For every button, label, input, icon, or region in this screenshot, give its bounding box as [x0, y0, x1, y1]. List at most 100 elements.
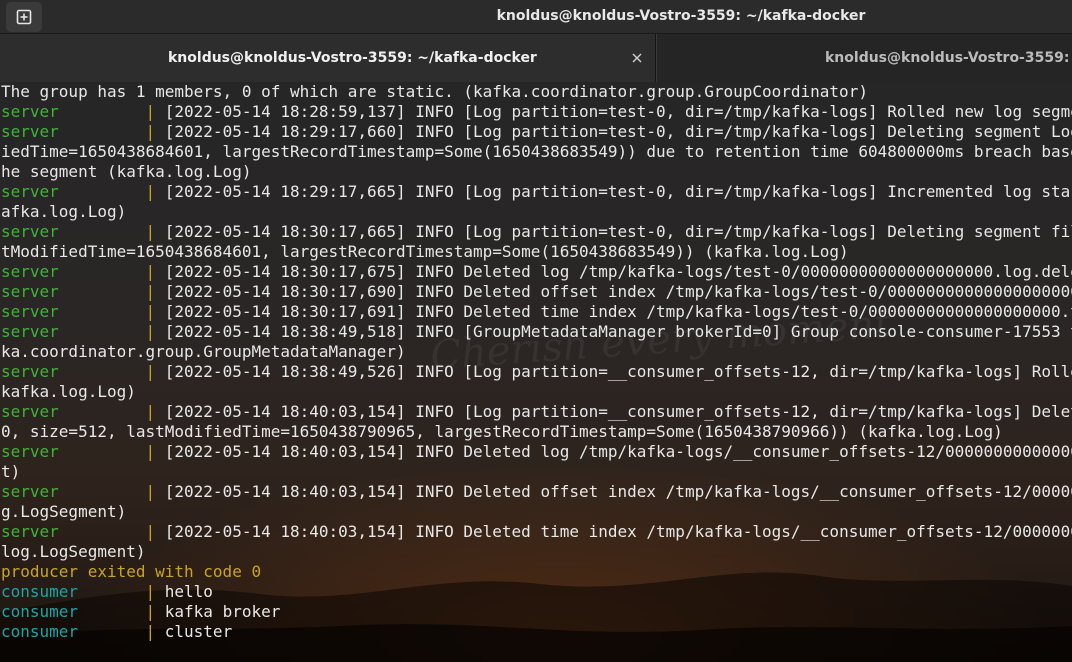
log-message: iedTime=1650438684601, largestRecordTime… [1, 142, 1072, 161]
log-message: [2022-05-14 18:30:17,690] INFO Deleted o… [164, 282, 1072, 301]
terminal-line: kafka.log.Log) [1, 382, 1072, 402]
terminal-line: server | [2022-05-14 18:30:17,690] INFO … [1, 282, 1072, 302]
service-name: consumer [1, 582, 79, 601]
terminal-line: g.LogSegment) [1, 502, 1072, 522]
log-message: kafka broker [164, 602, 281, 621]
service-name: consumer [1, 622, 79, 641]
log-message: cluster [164, 622, 233, 641]
service-separator: | [145, 262, 165, 281]
log-message: [2022-05-14 18:28:59,137] INFO [Log part… [164, 102, 1072, 121]
service-separator: | [145, 182, 165, 201]
service-separator: | [145, 622, 165, 641]
log-message: t) [1, 462, 21, 481]
terminal-line: he segment (kafka.log.Log) [1, 162, 1072, 182]
service-name: server [1, 322, 59, 341]
service-padding [59, 442, 146, 461]
service-padding [59, 122, 146, 141]
service-separator: | [145, 442, 165, 461]
service-name: consumer [1, 602, 79, 621]
terminal-line: iedTime=1650438684601, largestRecordTime… [1, 142, 1072, 162]
log-message: [2022-05-14 18:30:17,665] INFO [Log part… [164, 222, 1072, 241]
service-name: server [1, 362, 59, 381]
log-message: producer exited with code 0 [1, 562, 262, 581]
terminal-line: server | [2022-05-14 18:28:59,137] INFO … [1, 102, 1072, 122]
log-message: log.LogSegment) [1, 542, 146, 561]
service-padding [78, 602, 145, 621]
terminal-output: The group has 1 members, 0 of which are … [1, 82, 1072, 662]
tab-inactive[interactable]: knoldus@knoldus-Vostro-3559: ~/kafka-doc… [656, 34, 1072, 82]
service-padding [59, 482, 146, 501]
service-padding [78, 622, 145, 641]
terminal-line: server | [2022-05-14 18:40:03,154] INFO … [1, 522, 1072, 542]
terminal-line: tModifiedTime=1650438684601, largestReco… [1, 242, 1072, 262]
service-separator: | [145, 282, 165, 301]
log-message: [2022-05-14 18:40:03,154] INFO Deleted o… [164, 482, 1072, 501]
service-separator: | [145, 602, 165, 621]
service-name: server [1, 182, 59, 201]
service-padding [78, 582, 145, 601]
service-separator: | [145, 122, 165, 141]
terminal-line: server | [2022-05-14 18:30:17,675] INFO … [1, 262, 1072, 282]
terminal-line: server | [2022-05-14 18:38:49,518] INFO … [1, 322, 1072, 342]
close-icon[interactable] [630, 51, 644, 65]
window-title: knoldus@knoldus-Vostro-3559: ~/kafka-doc… [496, 8, 866, 24]
terminal-line: server | [2022-05-14 18:30:17,691] INFO … [1, 302, 1072, 322]
log-message: kafka.log.Log) [1, 382, 136, 401]
title-bar: knoldus@knoldus-Vostro-3559: ~/kafka-doc… [0, 0, 1072, 34]
log-message: [2022-05-14 18:29:17,660] INFO [Log part… [164, 122, 1072, 141]
terminal-line: server | [2022-05-14 18:40:03,154] INFO … [1, 442, 1072, 462]
service-padding [59, 402, 146, 421]
service-name: server [1, 262, 59, 281]
log-message: [2022-05-14 18:29:17,665] INFO [Log part… [164, 182, 1072, 201]
log-message: ka.coordinator.group.GroupMetadataManage… [1, 342, 406, 361]
log-message: hello [164, 582, 213, 601]
terminal-line: server | [2022-05-14 18:29:17,660] INFO … [1, 122, 1072, 142]
service-name: server [1, 302, 59, 321]
service-name: server [1, 122, 59, 141]
terminal-view[interactable]: Cherish every moment The group has 1 mem… [0, 82, 1072, 662]
log-message: [2022-05-14 18:38:49,518] INFO [GroupMet… [164, 322, 1072, 341]
service-separator: | [145, 222, 165, 241]
log-message: afka.log.Log) [1, 202, 127, 221]
service-name: server [1, 282, 59, 301]
service-separator: | [145, 582, 165, 601]
service-name: server [1, 442, 59, 461]
terminal-line: server | [2022-05-14 18:30:17,665] INFO … [1, 222, 1072, 242]
terminal-line: log.LogSegment) [1, 542, 1072, 562]
service-padding [59, 362, 146, 381]
log-message: [2022-05-14 18:40:03,154] INFO [Log part… [164, 402, 1072, 421]
service-padding [59, 262, 146, 281]
log-message: [2022-05-14 18:38:49,526] INFO [Log part… [164, 362, 1072, 381]
service-separator: | [145, 302, 165, 321]
service-name: server [1, 222, 59, 241]
terminal-line: consumer | hello [1, 582, 1072, 602]
service-padding [59, 222, 146, 241]
terminal-line: server | [2022-05-14 18:29:17,665] INFO … [1, 182, 1072, 202]
service-name: server [1, 522, 59, 541]
log-message: tModifiedTime=1650438684601, largestReco… [1, 242, 849, 261]
service-separator: | [145, 322, 165, 341]
tab-bar: knoldus@knoldus-Vostro-3559: ~/kafka-doc… [0, 34, 1072, 82]
service-padding [59, 302, 146, 321]
terminal-line: server | [2022-05-14 18:38:49,526] INFO … [1, 362, 1072, 382]
log-message: 0, size=512, lastModifiedTime=1650438790… [1, 422, 1003, 441]
log-message: he segment (kafka.log.Log) [1, 162, 252, 181]
log-message: [2022-05-14 18:30:17,691] INFO Deleted t… [164, 302, 1072, 321]
terminal-line: server | [2022-05-14 18:40:03,154] INFO … [1, 482, 1072, 502]
log-message: The group has 1 members, 0 of which are … [1, 82, 868, 101]
terminal-line: 0, size=512, lastModifiedTime=1650438790… [1, 422, 1072, 442]
tab-active[interactable]: knoldus@knoldus-Vostro-3559: ~/kafka-doc… [0, 34, 656, 82]
log-message: [2022-05-14 18:30:17,675] INFO Deleted l… [164, 262, 1072, 281]
service-name: server [1, 482, 59, 501]
terminal-line: consumer | kafka broker [1, 602, 1072, 622]
service-separator: | [145, 102, 165, 121]
service-separator: | [145, 362, 165, 381]
service-separator: | [145, 402, 165, 421]
service-padding [59, 522, 146, 541]
service-padding [59, 322, 146, 341]
tab-label: knoldus@knoldus-Vostro-3559: ~/kafka-doc… [825, 50, 1072, 66]
log-message: [2022-05-14 18:40:03,154] INFO Deleted t… [164, 522, 1072, 541]
service-separator: | [145, 522, 165, 541]
terminal-line: The group has 1 members, 0 of which are … [1, 82, 1072, 102]
